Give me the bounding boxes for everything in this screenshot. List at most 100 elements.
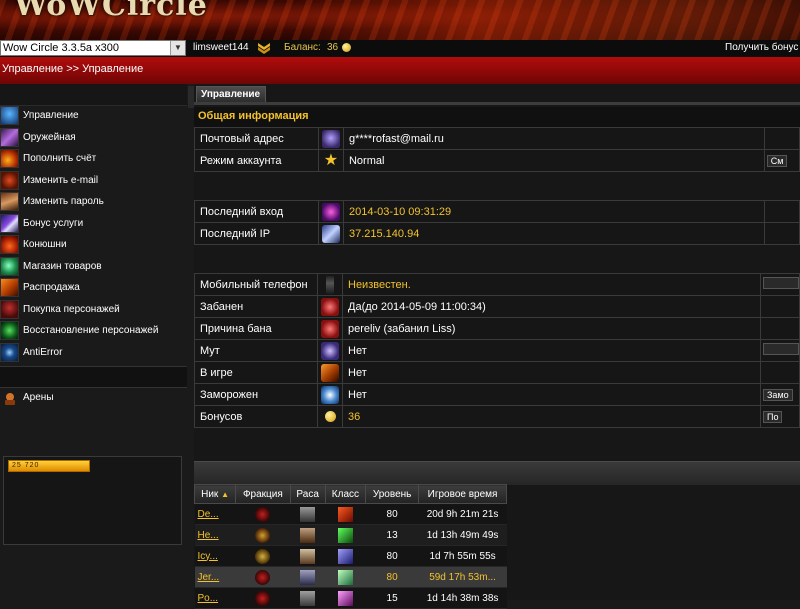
sidebar-item-label: Магазин товаров: [23, 260, 102, 272]
sidebar-item-label: Покупка персонажей: [23, 303, 120, 315]
info-row-last-ip: Последний IP 37.215.140.94: [194, 222, 800, 245]
change-mode-button[interactable]: См: [766, 154, 788, 167]
site-logo[interactable]: WoWCircle: [14, 0, 208, 23]
sidebar-item-stables[interactable]: Конюшни: [0, 234, 187, 256]
spend-bonuses-button[interactable]: По: [763, 410, 783, 423]
sidebar-item-bonus-services[interactable]: Бонус услуги: [0, 213, 187, 235]
character-level: 80: [365, 566, 419, 588]
characters-header-row: Ник ▲ Фракция Раса Класс Уровень Игровое…: [193, 484, 507, 504]
info-row-ban-reason: Причина бана pereliv (забанил Liss): [194, 317, 800, 340]
info-row-phone: Мобильный телефон Неизвестен.: [194, 273, 800, 296]
sidebar-item-armory[interactable]: Оружейная: [0, 127, 187, 149]
class-icon: [337, 569, 353, 585]
info-row-bonuses: Бонусов 36 По: [194, 405, 800, 428]
info-value: Неизвестен.: [342, 273, 761, 296]
sidebar-menu: Управление Оружейная Пополнить счёт Изме…: [0, 105, 187, 363]
info-value: 36: [342, 405, 761, 428]
ip-icon: [321, 224, 340, 243]
info-label: Почтовый адрес: [194, 127, 319, 150]
info-row-last-login: Последний вход 2014-03-10 09:31:29: [194, 200, 800, 223]
sidebar-item-restore-characters[interactable]: Восстановление персонажей: [0, 320, 187, 342]
character-name-link[interactable]: Icy...: [194, 545, 236, 567]
shop-icon: [0, 256, 19, 276]
info-value: Normal: [342, 149, 765, 172]
bonus-services-icon: [0, 213, 19, 233]
get-bonus-link[interactable]: Получить бонус: [725, 42, 798, 53]
sidebar-item-label: Изменить пароль: [23, 196, 104, 207]
table-row[interactable]: Icy... 80 1d 7h 55m 55s: [194, 545, 507, 567]
character-playtime: 1d 14h 38m 38s: [418, 587, 507, 609]
info-label: Мут: [194, 339, 318, 362]
table-row[interactable]: Jer... 80 59d 17h 53m...: [194, 566, 507, 588]
server-select[interactable]: Wow Circle 3.3.5a x300 ▼: [0, 40, 186, 56]
info-value: g****rofast@mail.ru: [342, 127, 765, 150]
restore-characters-icon: [0, 321, 19, 340]
character-name-link[interactable]: He...: [194, 524, 236, 546]
arena-icon: [5, 393, 15, 405]
info-label: Последний вход: [194, 200, 319, 223]
freeze-button[interactable]: Замо: [763, 388, 793, 401]
horde-faction-icon: [255, 506, 271, 522]
sidebar-item-antierror[interactable]: AntiError: [0, 342, 187, 364]
col-race[interactable]: Раса: [289, 484, 326, 504]
username[interactable]: limsweet144: [193, 42, 249, 53]
character-name-link[interactable]: De...: [194, 503, 236, 525]
character-playtime: 1d 7h 55m 55s: [418, 545, 507, 567]
table-row[interactable]: He... 13 1d 13h 49m 49s: [194, 524, 507, 546]
coin-icon: [324, 411, 336, 423]
sidebar-item-sale[interactable]: Распродажа: [0, 277, 187, 299]
sidebar-item-label: Бонус услуги: [23, 217, 84, 229]
chevron-down-icon[interactable]: ▼: [170, 41, 185, 55]
balance-label: Баланс:: [284, 42, 321, 53]
sidebar-item-label: Управление: [23, 110, 79, 121]
race-icon: [300, 506, 316, 522]
info-value: Да(до 2014-05-09 11:00:34): [342, 295, 761, 318]
character-playtime: 59d 17h 53m...: [418, 566, 507, 588]
rank-chevron-icon: [258, 43, 270, 54]
info-row-banned: Забанен Да(до 2014-05-09 11:00:34): [194, 295, 800, 318]
character-name-link[interactable]: Po...: [194, 587, 236, 609]
sidebar-item-shop[interactable]: Магазин товаров: [0, 256, 187, 278]
character-name-link[interactable]: Jer...: [194, 566, 236, 588]
sidebar-item-change-password[interactable]: Изменить пароль: [0, 191, 187, 213]
sidebar-item-buy-characters[interactable]: Покупка персонажей: [0, 299, 187, 321]
sidebar-item-label: AntiError: [23, 346, 63, 358]
info-row-frozen: Заморожен Нет Замо: [194, 383, 800, 406]
buy-characters-icon: [0, 299, 19, 319]
col-level[interactable]: Уровень: [365, 484, 420, 504]
info-value: 2014-03-10 09:31:29: [342, 200, 765, 223]
characters-table: Ник ▲ Фракция Раса Класс Уровень Игровое…: [193, 484, 507, 609]
phone-action-button[interactable]: [763, 277, 799, 289]
horde-faction-icon: [255, 590, 271, 606]
mute-icon: [321, 341, 339, 360]
sidebar-header: [0, 84, 187, 106]
mute-action-button[interactable]: [763, 343, 799, 355]
tab-underline: [194, 102, 800, 105]
info-value: Нет: [342, 361, 761, 384]
sidebar-item-arenas[interactable]: Арены: [0, 388, 187, 409]
info-row-account-mode: Режим аккаунта ★ Normal См: [194, 149, 800, 172]
col-playtime[interactable]: Игровое время: [418, 484, 507, 504]
sidebar-item-label: Распродажа: [23, 282, 80, 293]
sidebar-item-top-up[interactable]: Пополнить счёт: [0, 148, 187, 170]
frozen-icon: [321, 385, 339, 404]
visitor-counter-badge[interactable]: 25 720: [8, 460, 90, 472]
breadcrumb: Управление >> Управление: [2, 63, 144, 75]
col-class[interactable]: Класс: [324, 484, 367, 504]
phone-icon: [326, 275, 334, 294]
col-nick[interactable]: Ник ▲: [193, 484, 237, 504]
sort-asc-icon: ▲: [221, 489, 230, 499]
tab-management[interactable]: Управление: [196, 86, 266, 102]
sidebar-item-change-email[interactable]: Изменить e-mail: [0, 170, 187, 192]
col-faction[interactable]: Фракция: [235, 484, 291, 504]
info-label: Забанен: [194, 295, 318, 318]
table-row[interactable]: Po... 15 1d 14h 38m 38s: [194, 587, 507, 609]
alliance-faction-icon: [255, 548, 271, 564]
table-row[interactable]: De... 80 20d 9h 21m 21s: [194, 503, 507, 525]
sidebar-separator: [0, 366, 187, 388]
sidebar-item-label: Конюшни: [23, 239, 67, 250]
stables-icon: [0, 235, 19, 254]
info-row-in-game: В игре Нет: [194, 361, 800, 384]
info-value: pereliv (забанил Liss): [342, 317, 761, 340]
sidebar-item-management[interactable]: Управление: [0, 105, 187, 127]
